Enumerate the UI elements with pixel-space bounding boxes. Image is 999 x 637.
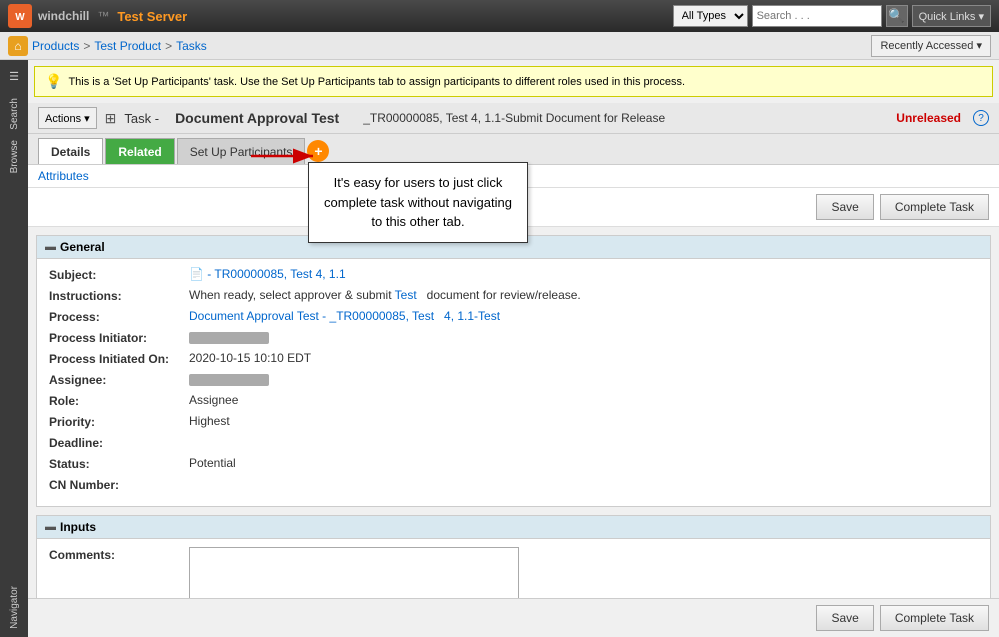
task-title: Document Approval Test — [175, 110, 339, 126]
task-type-icon: ⊞ — [105, 110, 117, 127]
process-link[interactable]: Document Approval Test - _TR00000085, Te… — [189, 309, 500, 323]
sidebar-browse-label[interactable]: Browse — [9, 140, 20, 173]
help-icon[interactable]: ? — [973, 110, 989, 126]
general-section: ▬ General Subject: 📄 - TR00000085, Test … — [36, 235, 991, 507]
app-name-label: windchill — [38, 9, 89, 23]
recently-accessed-button[interactable]: Recently Accessed ▾ — [871, 35, 991, 57]
inputs-header-label: Inputs — [60, 520, 96, 534]
general-header-label: General — [60, 240, 105, 254]
cn-number-label: CN Number: — [49, 477, 189, 492]
process-initiator-redacted — [189, 332, 269, 344]
topbar: W windchill ™ Test Server All Types 🔍 Qu… — [0, 0, 999, 32]
comments-label: Comments: — [49, 547, 189, 562]
quick-links-button[interactable]: Quick Links ▾ — [912, 5, 991, 27]
instructions-test-link[interactable]: Test — [395, 288, 417, 302]
warning-icon: 💡 — [45, 73, 62, 90]
actions-button[interactable]: Actions ▾ — [38, 107, 97, 129]
cn-number-row: CN Number: — [49, 477, 978, 492]
warning-banner: 💡 This is a 'Set Up Participants' task. … — [34, 66, 993, 97]
tab-related[interactable]: Related — [105, 138, 174, 164]
tab-details[interactable]: Details — [38, 138, 103, 164]
priority-value: Highest — [189, 414, 978, 428]
status-row: Status: Potential — [49, 456, 978, 471]
unreleased-badge: Unreleased — [896, 111, 961, 125]
subject-label: Subject: — [49, 267, 189, 282]
process-initiated-on-row: Process Initiated On: 2020-10-15 10:10 E… — [49, 351, 978, 366]
red-arrow-icon — [251, 145, 321, 167]
sidebar-navigator-label[interactable]: Navigator — [9, 586, 20, 629]
assignee-redacted — [189, 374, 269, 386]
server-name-label: Test Server — [117, 9, 187, 24]
deadline-row: Deadline: — [49, 435, 978, 450]
task-header: Actions ▾ ⊞ Task - Document Approval Tes… — [28, 103, 999, 134]
status-value: Potential — [189, 456, 978, 470]
breadcrumb-bar: ⌂ Products > Test Product > Tasks Recent… — [0, 32, 999, 60]
process-initiated-on-value: 2020-10-15 10:10 EDT — [189, 351, 978, 365]
logo-area: W windchill ™ Test Server — [8, 4, 187, 28]
complete-task-button-bottom[interactable]: Complete Task — [880, 605, 989, 631]
instructions-label: Instructions: — [49, 288, 189, 303]
subject-icon[interactable]: 📄 — [189, 267, 204, 281]
breadcrumb-test-product[interactable]: Test Product — [94, 39, 161, 53]
search-button[interactable]: 🔍 — [886, 5, 908, 27]
process-initiated-on-label: Process Initiated On: — [49, 351, 189, 366]
tabs-bar: Details Related Set Up Participants + It… — [28, 134, 999, 165]
save-button-bottom[interactable]: Save — [816, 605, 873, 631]
home-icon[interactable]: ⌂ — [8, 36, 28, 56]
status-label: Status: — [49, 456, 189, 471]
assignee-row: Assignee: — [49, 372, 978, 387]
general-toggle-icon[interactable]: ▬ — [45, 241, 56, 253]
subject-row: Subject: 📄 - TR00000085, Test 4, 1.1 — [49, 267, 978, 282]
assignee-label: Assignee: — [49, 372, 189, 387]
process-value: Document Approval Test - _TR00000085, Te… — [189, 309, 978, 323]
breadcrumb-sep-1: > — [83, 39, 90, 53]
sidebar-toggle-icon[interactable]: ☰ — [2, 64, 26, 88]
role-label: Role: — [49, 393, 189, 408]
complete-task-button-top[interactable]: Complete Task — [880, 194, 989, 220]
main-content: 💡 This is a 'Set Up Participants' task. … — [28, 60, 999, 637]
deadline-label: Deadline: — [49, 435, 189, 450]
attributes-label: Attributes — [38, 169, 89, 183]
tooltip-box: It's easy for users to just click comple… — [308, 162, 528, 243]
search-area: All Types 🔍 Quick Links ▾ — [673, 5, 991, 27]
warning-text: This is a 'Set Up Participants' task. Us… — [68, 76, 685, 88]
role-row: Role: Assignee — [49, 393, 978, 408]
search-input[interactable] — [752, 5, 882, 27]
role-value: Assignee — [189, 393, 978, 407]
process-initiator-label: Process Initiator: — [49, 330, 189, 345]
priority-row: Priority: Highest — [49, 414, 978, 429]
breadcrumb-products[interactable]: Products — [32, 39, 79, 53]
windchill-logo-icon: W — [8, 4, 32, 28]
instructions-value: When ready, select approver & submit Tes… — [189, 288, 978, 302]
inputs-toggle-icon[interactable]: ▬ — [45, 521, 56, 533]
left-sidebar: ☰ Search Browse Navigator — [0, 60, 28, 637]
breadcrumb-sep-2: > — [165, 39, 172, 53]
sidebar-search-label[interactable]: Search — [9, 98, 20, 130]
process-initiator-row: Process Initiator: — [49, 330, 978, 345]
save-button-top[interactable]: Save — [816, 194, 873, 220]
task-label: Task - — [124, 111, 159, 126]
bottom-action-buttons: Save Complete Task — [28, 598, 999, 637]
assignee-value — [189, 372, 978, 386]
general-section-body: Subject: 📄 - TR00000085, Test 4, 1.1 Ins… — [37, 259, 990, 506]
home-symbol: ⌂ — [14, 39, 21, 53]
priority-label: Priority: — [49, 414, 189, 429]
subject-link[interactable]: - TR00000085, Test 4, 1.1 — [207, 267, 345, 281]
type-select[interactable]: All Types — [673, 5, 748, 27]
breadcrumb-tasks[interactable]: Tasks — [176, 39, 207, 53]
process-row: Process: Document Approval Test - _TR000… — [49, 309, 978, 324]
tooltip-text: It's easy for users to just click comple… — [324, 175, 512, 229]
svg-text:W: W — [15, 12, 25, 23]
instructions-row: Instructions: When ready, select approve… — [49, 288, 978, 303]
task-info: _TR00000085, Test 4, 1.1-Submit Document… — [363, 111, 665, 125]
process-initiator-value — [189, 330, 978, 344]
inputs-section-header: ▬ Inputs — [37, 516, 990, 539]
process-label: Process: — [49, 309, 189, 324]
subject-value: 📄 - TR00000085, Test 4, 1.1 — [189, 267, 978, 281]
